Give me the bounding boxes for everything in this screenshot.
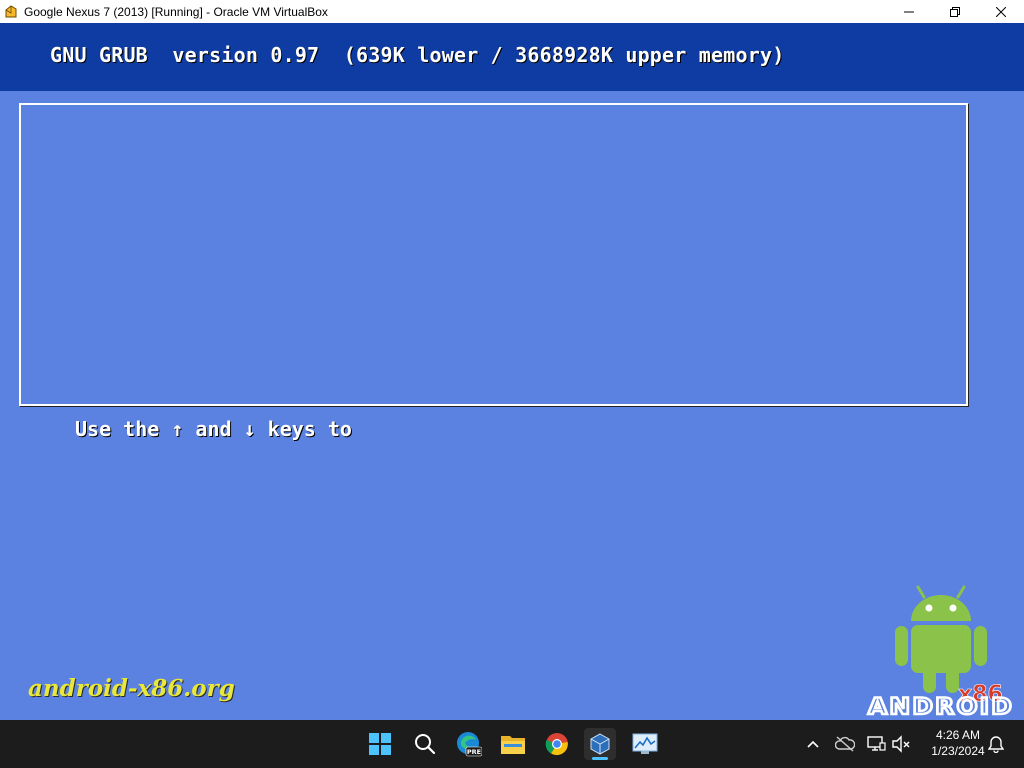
volume-tray-icon[interactable]	[891, 734, 911, 754]
speaker-muted-icon	[892, 735, 910, 753]
android-x86-site-text: android-x86.org	[28, 675, 235, 702]
android-x86-logo: x86 ANDROID	[867, 585, 1014, 718]
resource-monitor-button[interactable]	[629, 728, 661, 760]
svg-text:PRE: PRE	[467, 748, 481, 756]
android-wordmark-text: ANDROID	[868, 695, 1014, 718]
close-icon	[996, 6, 1006, 17]
virtualbox-button[interactable]	[584, 728, 616, 760]
bell-icon	[988, 736, 1004, 753]
grub-boot-menu[interactable]	[19, 103, 968, 406]
onedrive-offline-icon	[835, 736, 855, 752]
windows-taskbar: PRE 4:26 AM 1/23/2024	[0, 720, 1024, 768]
start-button[interactable]	[364, 728, 396, 760]
window-title: Google Nexus 7 (2013) [Running] - Oracle…	[24, 4, 328, 19]
monitor-chart-icon	[632, 733, 658, 754]
grub-version-text: GNU GRUB version 0.97 (639K lower / 3668…	[50, 43, 785, 67]
search-icon	[415, 734, 436, 755]
restore-icon	[950, 6, 960, 17]
minimize-icon	[904, 11, 914, 12]
edge-preview-button[interactable]: PRE	[453, 728, 485, 760]
virtualbox-window-icon	[5, 4, 17, 17]
active-app-indicator	[592, 757, 608, 760]
virtualbox-icon	[590, 733, 610, 755]
folder-icon	[501, 736, 525, 754]
tray-overflow-button[interactable]	[803, 734, 823, 754]
edge-beta-icon: PRE	[457, 732, 482, 757]
minimize-button[interactable]	[886, 0, 932, 23]
file-explorer-button[interactable]	[497, 728, 529, 760]
chevron-up-icon	[807, 740, 819, 748]
search-button[interactable]	[409, 728, 441, 760]
network-tray-icon[interactable]	[866, 734, 886, 754]
notification-center-button[interactable]	[986, 734, 1006, 754]
chrome-icon	[545, 733, 568, 756]
onedrive-tray-icon[interactable]	[835, 734, 855, 754]
chrome-button[interactable]	[541, 728, 573, 760]
android-robot-icon	[895, 585, 987, 693]
windows-logo-icon	[369, 733, 391, 755]
close-button[interactable]	[978, 0, 1024, 23]
window-titlebar[interactable]: Google Nexus 7 (2013) [Running] - Oracle…	[0, 0, 1024, 23]
grub-header-bar: GNU GRUB version 0.97 (639K lower / 3668…	[0, 23, 1024, 91]
vm-display[interactable]: GNU GRUB version 0.97 (639K lower / 3668…	[0, 23, 1024, 720]
network-icon	[867, 736, 886, 751]
grub-help-text: Use the ↑ and ↓ keys to	[75, 417, 352, 441]
maximize-button[interactable]	[932, 0, 978, 23]
